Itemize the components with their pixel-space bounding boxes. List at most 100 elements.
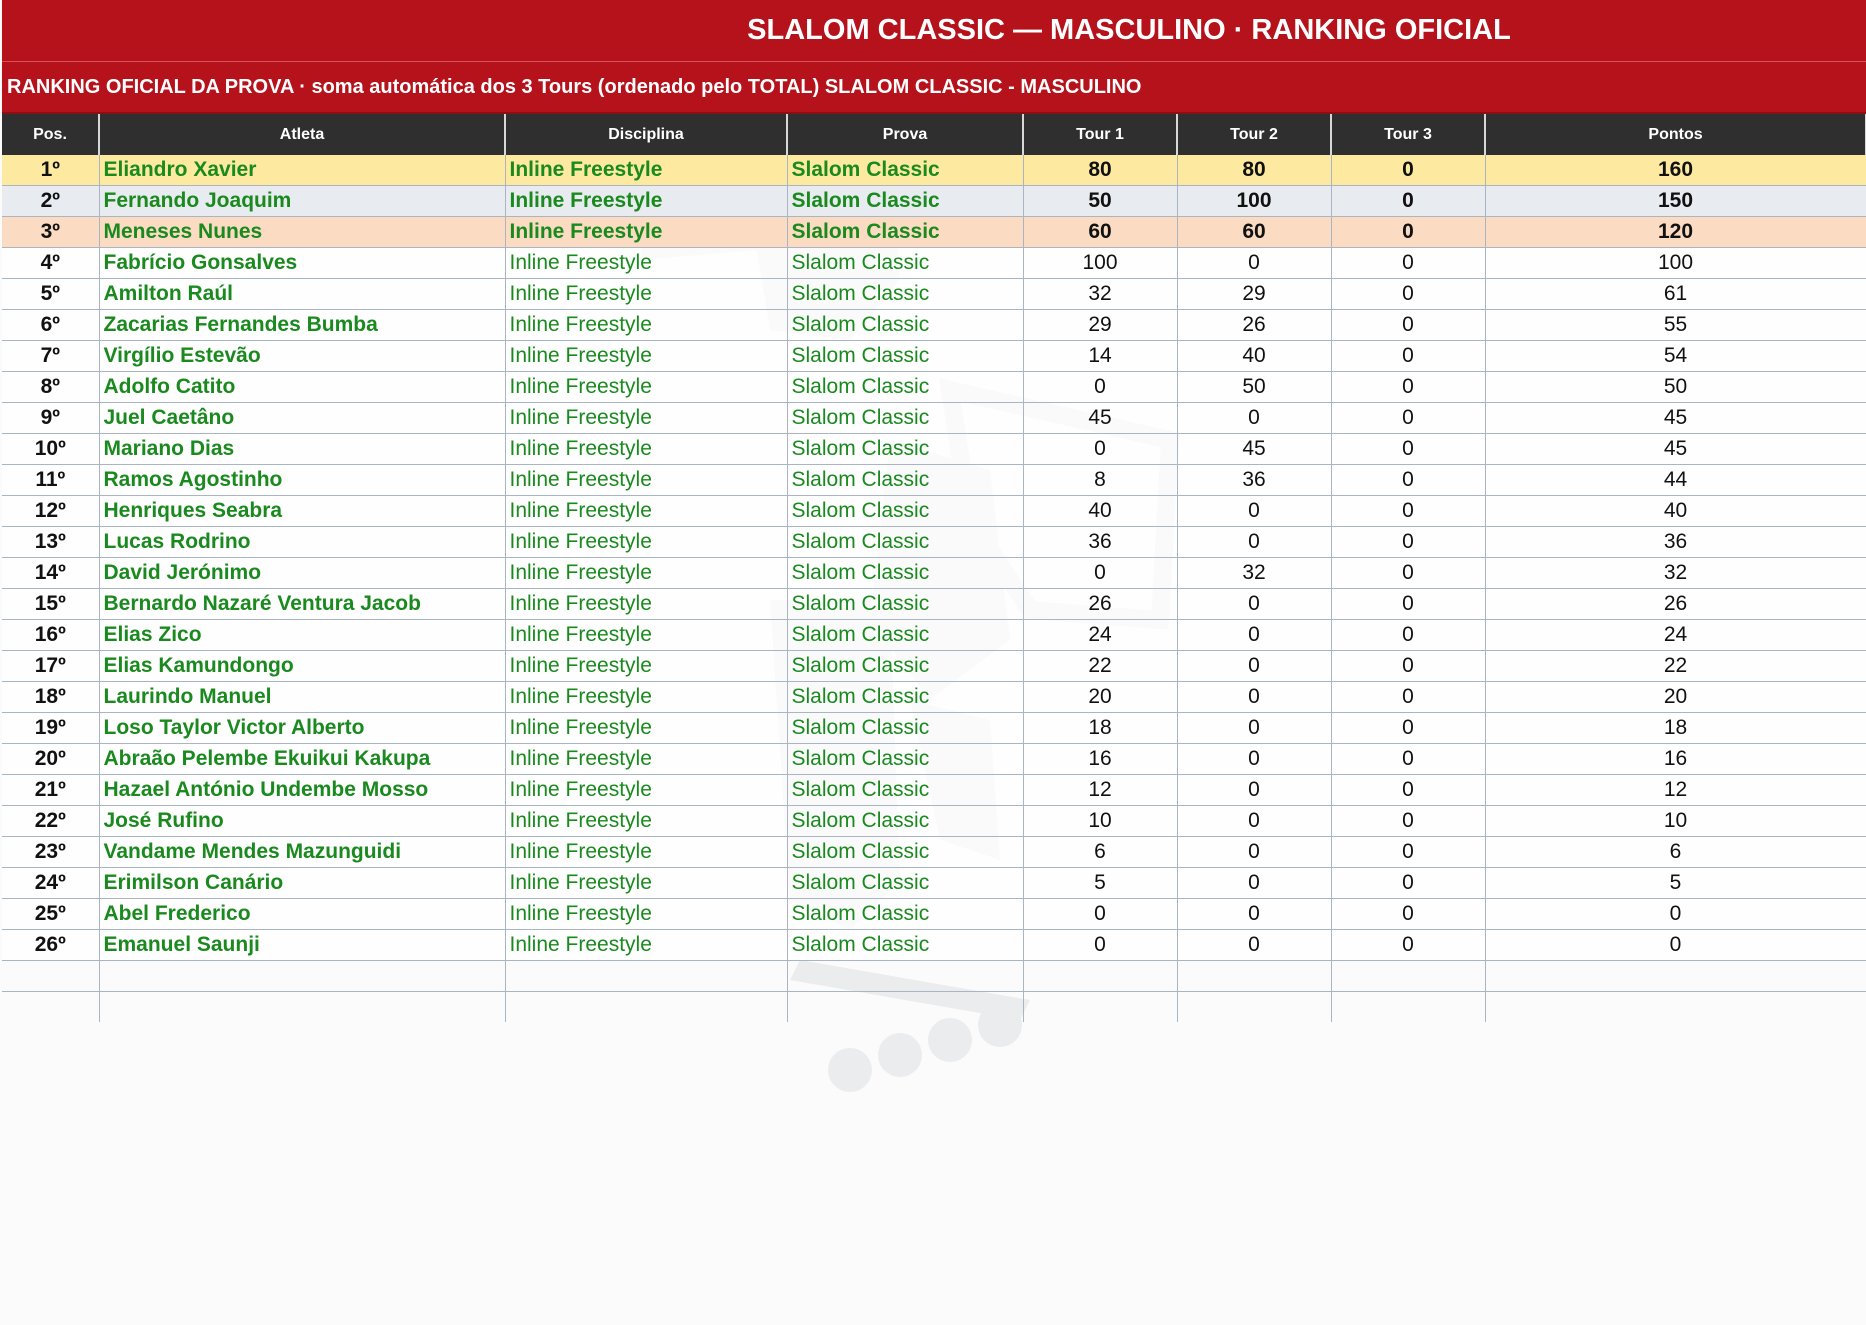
table-row[interactable]: 12º Henriques Seabra Inline Freestyle Slalo… <box>2 495 1866 527</box>
event-cell: Slalom Classic <box>787 743 1024 775</box>
tour2-cell: 0 <box>1177 867 1332 899</box>
tour2-cell: 32 <box>1177 557 1332 589</box>
empty-cell <box>505 991 788 1022</box>
tour1-cell: 50 <box>1023 185 1178 217</box>
table-row[interactable]: 18º Laurindo Manuel Inline Freestyle Slalom… <box>2 681 1866 713</box>
tour3-cell: 0 <box>1331 155 1486 186</box>
empty-cell <box>1023 960 1178 992</box>
discipline-cell: Inline Freestyle <box>505 278 788 310</box>
column-header-tour3[interactable]: Tour 3 <box>1331 114 1486 155</box>
tour1-cell: 80 <box>1023 155 1178 186</box>
table-row[interactable]: 10º Mariano Dias Inline Freestyle Slalom Cl… <box>2 433 1866 465</box>
empty-cell <box>1485 991 1866 1022</box>
table-row[interactable]: 13º Lucas Rodrino Inline Freestyle Slalom C… <box>2 526 1866 558</box>
discipline-cell: Inline Freestyle <box>505 619 788 651</box>
table-row[interactable]: 20º Abraão Pelembe Ekuikui Kakupa Inline F… <box>2 743 1866 775</box>
table-row[interactable]: 17º Elias Kamundongo Inline Freestyle Slalo… <box>2 650 1866 682</box>
tour3-cell: 0 <box>1331 526 1486 558</box>
tour2-cell: 0 <box>1177 681 1332 713</box>
table-row[interactable]: 19º Loso Taylor Victor Alberto Inline Free… <box>2 712 1866 744</box>
table-row[interactable]: 22º José Rufino Inline Freestyle Slalom Cla… <box>2 805 1866 837</box>
discipline-cell: Inline Freestyle <box>505 557 788 589</box>
position-cell: 24º <box>2 867 100 899</box>
tour2-cell: 0 <box>1177 619 1332 651</box>
tour1-cell: 100 <box>1023 247 1178 279</box>
event-cell: Slalom Classic <box>787 216 1024 248</box>
points-cell: 26 <box>1485 588 1866 620</box>
column-header-prova[interactable]: Prova <box>787 114 1024 155</box>
points-cell: 100 <box>1485 247 1866 279</box>
table-row[interactable]: 3º Meneses Nunes Inline Freestyle Slalom Cl… <box>2 216 1866 248</box>
tour1-cell: 24 <box>1023 619 1178 651</box>
discipline-cell: Inline Freestyle <box>505 526 788 558</box>
table-row[interactable]: 2º Fernando Joaquim Inline Freestyle Slalom… <box>2 185 1866 217</box>
empty-cell <box>99 991 506 1022</box>
tour2-cell: 36 <box>1177 464 1332 496</box>
table-row[interactable]: 24º Erimilson Canário Inline Freestyle Slal… <box>2 867 1866 899</box>
tour1-cell: 5 <box>1023 867 1178 899</box>
athlete-name-cell: Zacarias Fernandes Bumba <box>99 309 506 341</box>
table-row[interactable]: 23º Vandame Mendes Mazunguidi Inline Frees… <box>2 836 1866 868</box>
tour2-cell: 40 <box>1177 340 1332 372</box>
points-cell: 40 <box>1485 495 1866 527</box>
table-row[interactable]: 16º Elias Zico Inline Freestyle Slalom Clas… <box>2 619 1866 651</box>
event-cell: Slalom Classic <box>787 588 1024 620</box>
table-row[interactable]: 1º Eliandro Xavier Inline Freestyle Slalom … <box>2 155 1866 186</box>
tour2-cell: 45 <box>1177 433 1332 465</box>
athlete-name-cell: Juel Caetâno <box>99 402 506 434</box>
tour2-cell: 60 <box>1177 216 1332 248</box>
column-header-tour1[interactable]: Tour 1 <box>1023 114 1178 155</box>
table-row[interactable]: 25º Abel Frederico Inline Freestyle Slalom … <box>2 898 1866 930</box>
position-cell: 18º <box>2 681 100 713</box>
table-row[interactable]: 14º David Jerónimo Inline Freestyle Slalom … <box>2 557 1866 589</box>
points-cell: 36 <box>1485 526 1866 558</box>
points-cell: 45 <box>1485 402 1866 434</box>
table-row[interactable]: 15º Bernardo Nazaré Ventura Jacob Inline F… <box>2 588 1866 620</box>
position-cell: 3º <box>2 216 100 248</box>
table-row[interactable]: 21º Hazael António Undembe Mosso Inline Fr… <box>2 774 1866 806</box>
table-row[interactable]: 5º Amilton Raúl Inline Freestyle Slalom Cla… <box>2 278 1866 310</box>
table-row[interactable]: 8º Adolfo Catito Inline Freestyle Slalom Cl… <box>2 371 1866 403</box>
event-cell: Slalom Classic <box>787 155 1024 186</box>
table-row[interactable]: 6º Zacarias Fernandes Bumba Inline Freesty… <box>2 309 1866 341</box>
column-header-pos[interactable]: Pos. <box>2 114 100 155</box>
column-header-atleta[interactable]: Atleta <box>99 114 506 155</box>
table-row[interactable]: 9º Juel Caetâno Inline Freestyle Slalom Cla… <box>2 402 1866 434</box>
tour3-cell: 0 <box>1331 619 1486 651</box>
points-cell: 0 <box>1485 898 1866 930</box>
athlete-name-cell: Fernando Joaquim <box>99 185 506 217</box>
tour2-cell: 0 <box>1177 743 1332 775</box>
athlete-name-cell: Fabrício Gonsalves <box>99 247 506 279</box>
position-cell: 8º <box>2 371 100 403</box>
athlete-name-cell: Emanuel Saunji <box>99 929 506 961</box>
athlete-name-cell: Abraão Pelembe Ekuikui Kakupa <box>99 743 506 775</box>
table-row[interactable]: 11º Ramos Agostinho Inline Freestyle Slalom… <box>2 464 1866 496</box>
position-cell: 19º <box>2 712 100 744</box>
athlete-name-cell: Eliandro Xavier <box>99 155 506 186</box>
tour1-cell: 12 <box>1023 774 1178 806</box>
event-cell: Slalom Classic <box>787 433 1024 465</box>
tour1-cell: 0 <box>1023 898 1178 930</box>
athlete-name-cell: Erimilson Canário <box>99 867 506 899</box>
empty-cell <box>1177 960 1332 992</box>
column-header-disciplina[interactable]: Disciplina <box>505 114 788 155</box>
table-row[interactable]: 4º Fabrício Gonsalves Inline Freestyle Slal… <box>2 247 1866 279</box>
table-header-row: Pos. Atleta Disciplina Prova Tour 1 Tour… <box>2 114 1866 155</box>
event-cell: Slalom Classic <box>787 526 1024 558</box>
column-header-tour2[interactable]: Tour 2 <box>1177 114 1332 155</box>
table-row[interactable]: 7º Virgílio Estevão Inline Freestyle Slalom… <box>2 340 1866 372</box>
position-cell: 13º <box>2 526 100 558</box>
column-header-pontos[interactable]: Pontos <box>1485 114 1866 155</box>
event-cell: Slalom Classic <box>787 681 1024 713</box>
discipline-cell: Inline Freestyle <box>505 929 788 961</box>
table-row[interactable]: 26º Emanuel Saunji Inline Freestyle Slalom … <box>2 929 1866 961</box>
discipline-cell: Inline Freestyle <box>505 681 788 713</box>
event-cell: Slalom Classic <box>787 650 1024 682</box>
position-cell: 4º <box>2 247 100 279</box>
athlete-name-cell: Lucas Rodrino <box>99 526 506 558</box>
tour2-cell: 0 <box>1177 898 1332 930</box>
empty-cell <box>787 991 1024 1022</box>
athlete-name-cell: Abel Frederico <box>99 898 506 930</box>
tour1-cell: 20 <box>1023 681 1178 713</box>
discipline-cell: Inline Freestyle <box>505 588 788 620</box>
